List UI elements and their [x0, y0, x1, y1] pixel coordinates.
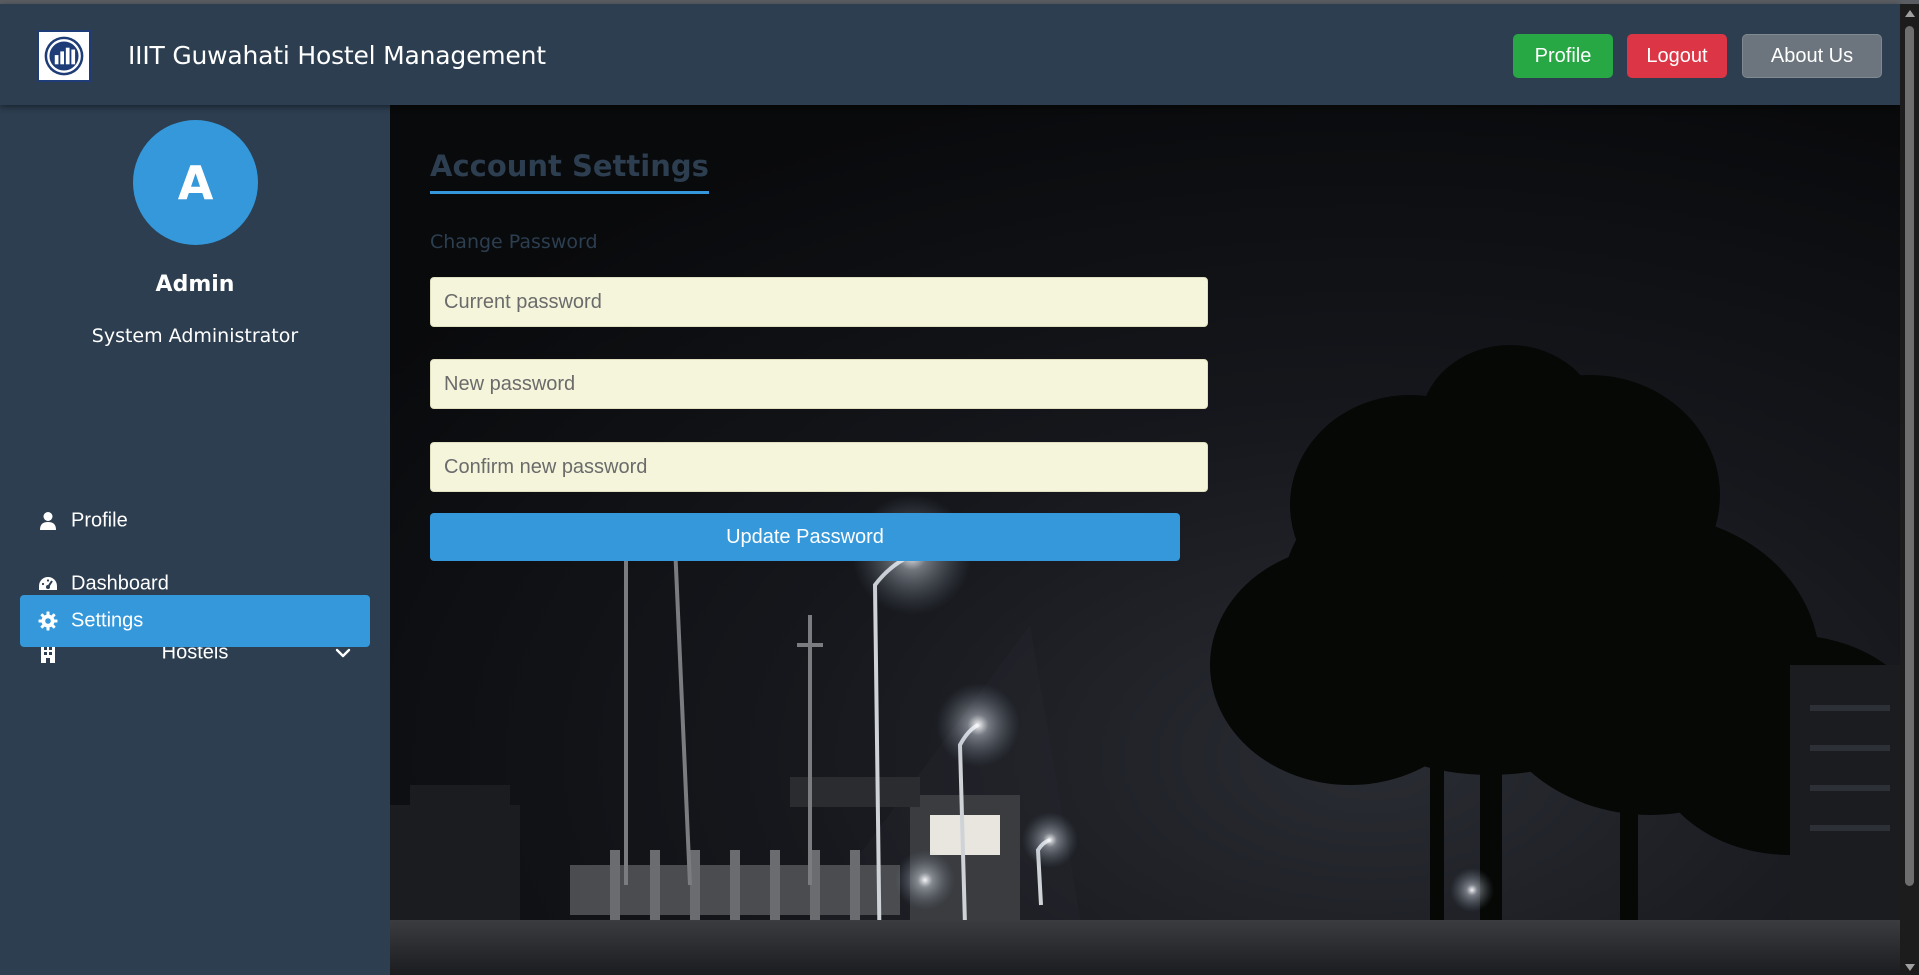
gear-icon: [38, 611, 58, 631]
sidebar: A Admin System Administrator Profile Das…: [0, 105, 390, 975]
logout-button[interactable]: Logout: [1627, 34, 1727, 78]
update-password-button[interactable]: Update Password: [430, 513, 1180, 561]
app-window: IIIT Guwahati Hostel Management Profile …: [0, 0, 1919, 975]
header-profile-button[interactable]: Profile: [1513, 34, 1613, 78]
sidebar-item-profile[interactable]: Profile: [20, 495, 370, 547]
new-password-field[interactable]: [430, 359, 1208, 409]
sidebar-item-label: Profile: [71, 509, 128, 532]
user-role: System Administrator: [91, 325, 299, 347]
main-content: Account Settings Change Password Update …: [390, 105, 1900, 975]
user-icon: [38, 511, 58, 531]
page-scrollbar[interactable]: [1900, 4, 1919, 975]
gauge-icon: [38, 574, 58, 594]
current-password-field[interactable]: [430, 277, 1208, 327]
building-logo-icon[interactable]: [37, 30, 91, 82]
confirm-password-field[interactable]: [430, 442, 1208, 492]
scroll-down-arrow-icon[interactable]: [1905, 964, 1915, 971]
app-title: IIIT Guwahati Hostel Management: [128, 41, 546, 70]
page-title: Account Settings: [430, 149, 709, 194]
top-header: IIIT Guwahati Hostel Management Profile …: [0, 4, 1900, 105]
sidebar-item-settings[interactable]: Settings: [20, 595, 370, 647]
sidebar-item-label: Dashboard: [71, 572, 169, 595]
scroll-up-arrow-icon[interactable]: [1905, 10, 1915, 17]
avatar: A: [133, 120, 258, 245]
sidebar-item-label: Settings: [71, 609, 144, 632]
user-name: Admin: [155, 272, 235, 297]
scrollbar-thumb[interactable]: [1905, 26, 1914, 886]
about-us-button[interactable]: About Us: [1742, 34, 1882, 78]
change-password-subtitle: Change Password: [430, 231, 598, 253]
